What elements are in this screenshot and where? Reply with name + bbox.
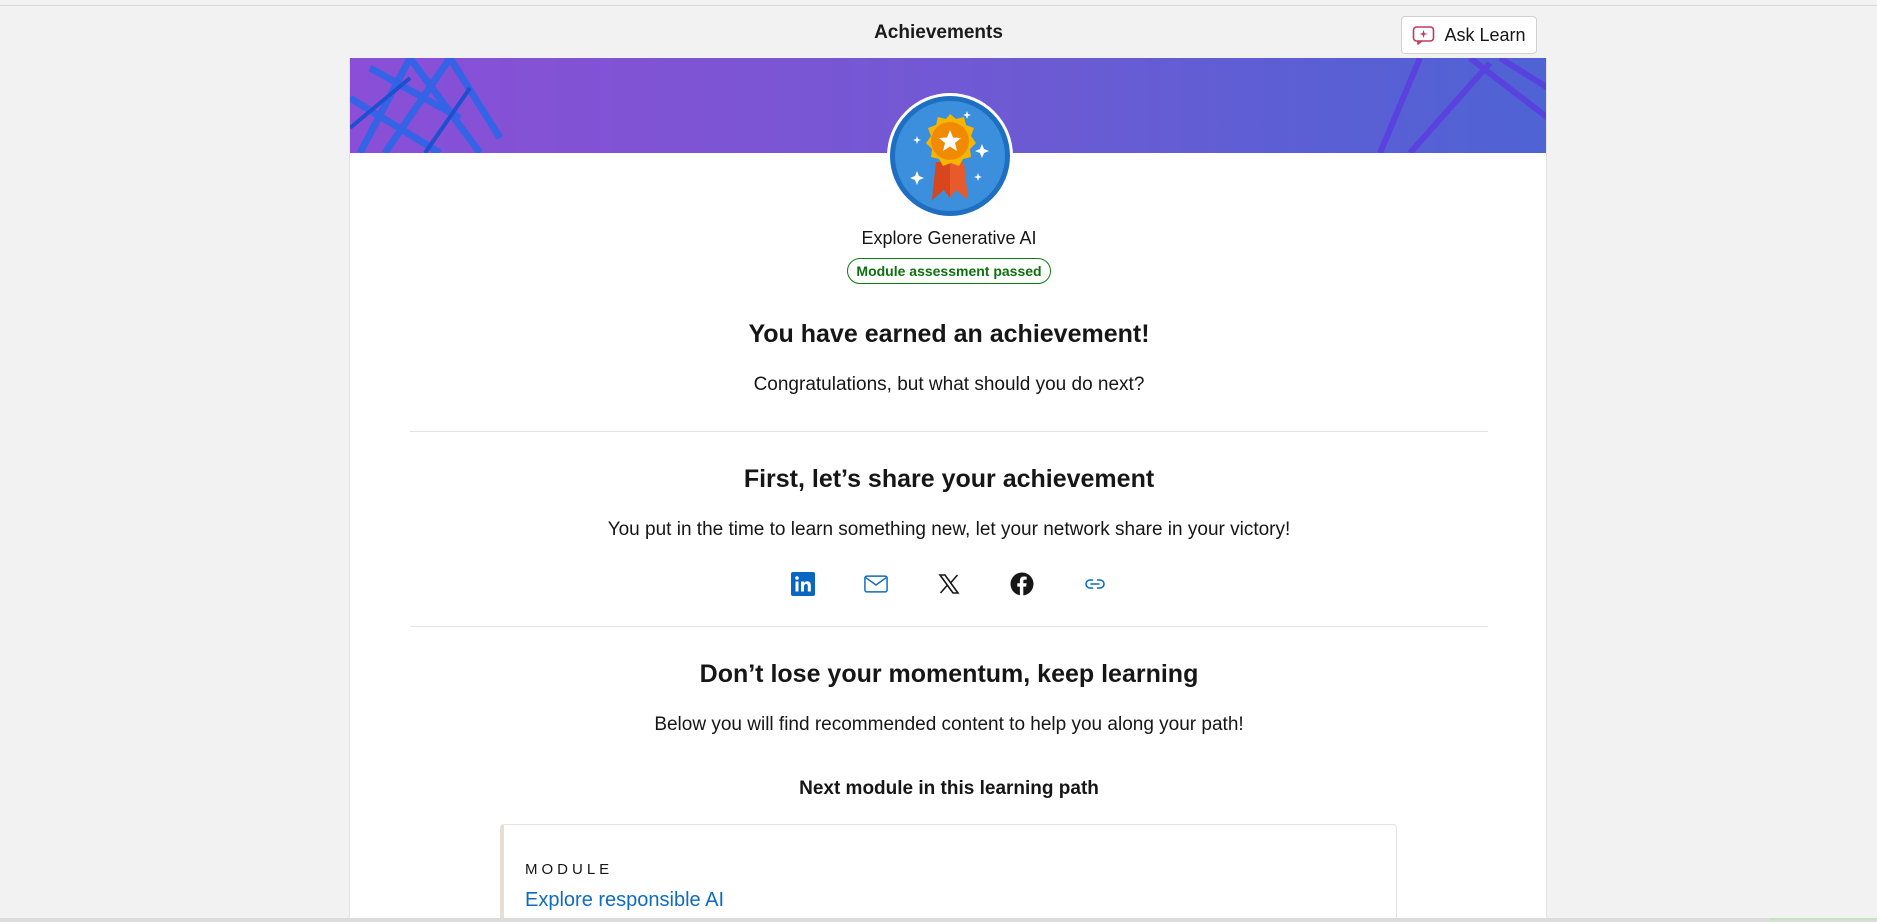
share-email-button[interactable] xyxy=(864,572,888,596)
share-x-button[interactable] xyxy=(937,572,961,596)
bottom-border xyxy=(0,918,1877,922)
momentum-heading: Don’t lose your momentum, keep learning xyxy=(699,660,1199,688)
module-type-label: MODULE xyxy=(525,861,614,878)
achievement-heading: You have earned an achievement! xyxy=(748,320,1150,348)
module-name: Explore Generative AI xyxy=(861,228,1037,248)
achievement-badge-icon xyxy=(886,92,1014,220)
status-pill-container: Module assessment passed xyxy=(350,258,1546,284)
linkedin-icon xyxy=(791,572,815,596)
copy-link-button[interactable] xyxy=(1083,572,1107,596)
ask-learn-button[interactable]: Ask Learn xyxy=(1401,16,1537,54)
status-badge: Module assessment passed xyxy=(847,258,1051,284)
share-facebook-button[interactable] xyxy=(1010,572,1034,596)
next-module-card[interactable]: MODULE Explore responsible AI xyxy=(500,824,1397,922)
momentum-text: Below you will find recommended content … xyxy=(654,714,1244,735)
achievement-card: Explore Generative AI Module assessment … xyxy=(349,58,1547,922)
mail-icon xyxy=(864,575,888,593)
share-linkedin-button[interactable] xyxy=(791,572,815,596)
share-text: You put in the time to learn something n… xyxy=(607,519,1291,540)
x-icon xyxy=(938,574,960,594)
facebook-icon xyxy=(1010,572,1034,596)
page-title: Achievements xyxy=(874,22,1003,43)
bottom-status-strip xyxy=(1770,918,1877,920)
ask-learn-label: Ask Learn xyxy=(1444,24,1526,45)
page-header: Achievements Ask Learn xyxy=(0,6,1877,58)
divider xyxy=(410,626,1488,627)
ask-learn-icon xyxy=(1412,25,1436,45)
next-module-label: Next module in this learning path xyxy=(799,778,1099,799)
achievement-subheading: Congratulations, but what should you do … xyxy=(753,374,1145,395)
link-icon xyxy=(1085,579,1105,589)
divider xyxy=(410,431,1488,432)
next-module-link[interactable]: Explore responsible AI xyxy=(525,889,724,912)
share-buttons xyxy=(350,572,1546,596)
share-heading: First, let’s share your achievement xyxy=(743,465,1155,493)
